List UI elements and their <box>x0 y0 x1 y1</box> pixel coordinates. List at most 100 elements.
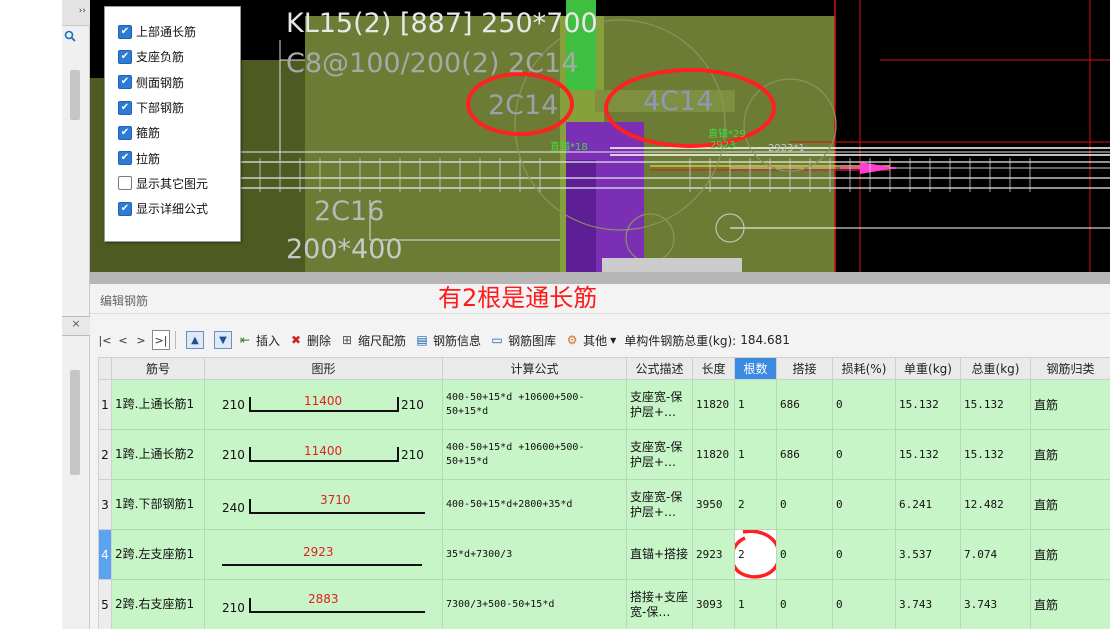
col-header-bar-no[interactable]: 筋号 <box>111 357 205 380</box>
checkbox-checked-icon[interactable]: ✔ <box>118 201 132 216</box>
cell-category[interactable]: 直筋 <box>1030 479 1110 530</box>
cad-viewport[interactable]: KL15(2) [887] 250*700 C8@100/200(2) 2C14… <box>90 0 1110 272</box>
cell-lap[interactable]: 0 <box>776 479 833 530</box>
cell-formula-desc[interactable]: 直锚+搭接 <box>626 529 693 580</box>
cell-loss[interactable]: 0 <box>832 479 896 530</box>
collapse-panel-icon[interactable]: ›› <box>62 0 90 26</box>
cell-shape[interactable]: 210 11400 210 <box>204 429 443 480</box>
checkbox-checked-icon[interactable]: ✔ <box>118 24 132 39</box>
cell-formula[interactable]: 400-50+15*d +10600+500-50+15*d <box>442 379 627 430</box>
table-row[interactable]: 3 1跨.下部钢筋1 240 3710 400-50+15*d+2800+35*… <box>98 479 1110 530</box>
cell-formula[interactable]: 35*d+7300/3 <box>442 529 627 580</box>
cell-formula[interactable]: 400-50+15*d+2800+35*d <box>442 479 627 530</box>
row-number[interactable]: 5 <box>98 579 112 629</box>
col-header-total-weight[interactable]: 总重(kg) <box>960 357 1031 380</box>
checkbox-checked-icon[interactable]: ✔ <box>118 49 132 64</box>
other-menu-button[interactable]: ⚙ 其他 ▼ <box>564 332 617 349</box>
checkbox-support-neg-bar[interactable]: ✔ 支座负筋 <box>118 44 240 69</box>
cell-category[interactable]: 直筋 <box>1030 429 1110 480</box>
cell-lap[interactable]: 686 <box>776 429 833 480</box>
table-row[interactable]: 4 2跨.左支座筋1 2923 35*d+7300/3 直锚+搭接 2923 2… <box>98 529 1110 580</box>
cell-count[interactable]: 2 <box>734 529 777 580</box>
cell-bar-no[interactable]: 1跨.上通长筋1 <box>111 379 205 430</box>
next-record-button[interactable]: > <box>132 330 150 350</box>
cell-count[interactable]: 1 <box>734 579 777 629</box>
cell-loss[interactable]: 0 <box>832 529 896 580</box>
table-row[interactable]: 2 1跨.上通长筋2 210 11400 210 400-50+15*d +10… <box>98 429 1110 480</box>
col-header-unit-weight[interactable]: 单重(kg) <box>895 357 961 380</box>
cell-count[interactable]: 1 <box>734 379 777 430</box>
checkbox-show-formula[interactable]: ✔ 显示详细公式 <box>118 196 240 221</box>
checkbox-checked-icon[interactable]: ✔ <box>118 151 132 166</box>
table-row[interactable]: 5 2跨.右支座筋1 210 2883 7300/3+500-50+15*d 搭… <box>98 579 1110 629</box>
checkbox-checked-icon[interactable]: ✔ <box>118 125 132 140</box>
row-number[interactable]: 2 <box>98 429 112 480</box>
cell-total-weight[interactable]: 15.132 <box>960 379 1031 430</box>
cell-category[interactable]: 直筋 <box>1030 579 1110 629</box>
close-icon[interactable]: × <box>62 316 90 336</box>
cell-formula[interactable]: 400-50+15*d +10600+500-50+15*d <box>442 429 627 480</box>
cell-formula-desc[interactable]: 支座宽-保护层+… <box>626 429 693 480</box>
cell-unit-weight[interactable]: 3.743 <box>895 579 961 629</box>
cell-unit-weight[interactable]: 6.241 <box>895 479 961 530</box>
panel-scrollbar-thumb[interactable] <box>70 70 80 120</box>
cell-lap[interactable]: 686 <box>776 379 833 430</box>
col-header-formula[interactable]: 计算公式 <box>442 357 627 380</box>
cell-category[interactable]: 直筋 <box>1030 379 1110 430</box>
cell-formula-desc[interactable]: 搭接+支座宽-保… <box>626 579 693 629</box>
checkbox-show-other[interactable]: 显示其它图元 <box>118 171 240 196</box>
first-record-button[interactable]: |< <box>96 330 114 350</box>
search-icon[interactable] <box>64 30 76 45</box>
cell-lap[interactable]: 0 <box>776 529 833 580</box>
last-record-button[interactable]: >| <box>152 330 170 350</box>
pane-splitter[interactable] <box>90 272 1110 284</box>
cell-category[interactable]: 直筋 <box>1030 529 1110 580</box>
col-header-shape[interactable]: 图形 <box>204 357 443 380</box>
cell-shape[interactable]: 240 3710 <box>204 479 443 530</box>
col-header-length[interactable]: 长度 <box>692 357 735 380</box>
col-header-loss[interactable]: 损耗(%) <box>832 357 896 380</box>
checkbox-top-through-bar[interactable]: ✔ 上部通长筋 <box>118 19 240 44</box>
cell-length[interactable]: 2923 <box>692 529 735 580</box>
prev-record-button[interactable]: < <box>114 330 132 350</box>
cell-total-weight[interactable]: 12.482 <box>960 479 1031 530</box>
col-header-category[interactable]: 钢筋归类 <box>1030 357 1110 380</box>
row-number[interactable]: 3 <box>98 479 112 530</box>
cell-total-weight[interactable]: 7.074 <box>960 529 1031 580</box>
col-header-formula-desc[interactable]: 公式描述 <box>626 357 693 380</box>
cell-bar-no[interactable]: 1跨.上通长筋2 <box>111 429 205 480</box>
cell-count[interactable]: 1 <box>734 429 777 480</box>
cell-shape[interactable]: 2923 <box>204 529 443 580</box>
cell-lap[interactable]: 0 <box>776 579 833 629</box>
delete-button[interactable]: ✖ 删除 <box>288 332 331 349</box>
cell-formula-desc[interactable]: 支座宽-保护层+… <box>626 479 693 530</box>
checkbox-checked-icon[interactable]: ✔ <box>118 100 132 115</box>
cell-length[interactable]: 3093 <box>692 579 735 629</box>
cell-loss[interactable]: 0 <box>832 379 896 430</box>
panel-scrollbar-thumb-lower[interactable] <box>70 370 80 475</box>
table-row[interactable]: 1 1跨.上通长筋1 210 11400 210 400-50+15*d +10… <box>98 379 1110 430</box>
cell-bar-no[interactable]: 2跨.右支座筋1 <box>111 579 205 629</box>
cell-formula-desc[interactable]: 支座宽-保护层+… <box>626 379 693 430</box>
scale-rebar-button[interactable]: ⊞ 缩尺配筋 <box>339 332 406 349</box>
checkbox-side-bar[interactable]: ✔ 侧面钢筋 <box>118 70 240 95</box>
cell-length[interactable]: 11820 <box>692 429 735 480</box>
move-down-icon[interactable]: ▼ <box>214 331 232 349</box>
cell-length[interactable]: 3950 <box>692 479 735 530</box>
cell-shape[interactable]: 210 2883 <box>204 579 443 629</box>
row-number[interactable]: 4 <box>98 529 112 580</box>
checkbox-stirrup[interactable]: ✔ 箍筋 <box>118 120 240 145</box>
checkbox-tie-bar[interactable]: ✔ 拉筋 <box>118 145 240 170</box>
cell-count[interactable]: 2 <box>734 479 777 530</box>
cell-length[interactable]: 11820 <box>692 379 735 430</box>
insert-button[interactable]: ⇤ 插入 <box>237 332 280 349</box>
cell-unit-weight[interactable]: 15.132 <box>895 379 961 430</box>
cell-total-weight[interactable]: 15.132 <box>960 429 1031 480</box>
rebar-info-button[interactable]: ▤ 钢筋信息 <box>414 332 481 349</box>
cell-loss[interactable]: 0 <box>832 579 896 629</box>
cell-formula[interactable]: 7300/3+500-50+15*d <box>442 579 627 629</box>
cell-bar-no[interactable]: 2跨.左支座筋1 <box>111 529 205 580</box>
cell-shape[interactable]: 210 11400 210 <box>204 379 443 430</box>
col-header-count[interactable]: 根数 <box>734 357 777 380</box>
checkbox-unchecked-icon[interactable] <box>118 176 132 191</box>
